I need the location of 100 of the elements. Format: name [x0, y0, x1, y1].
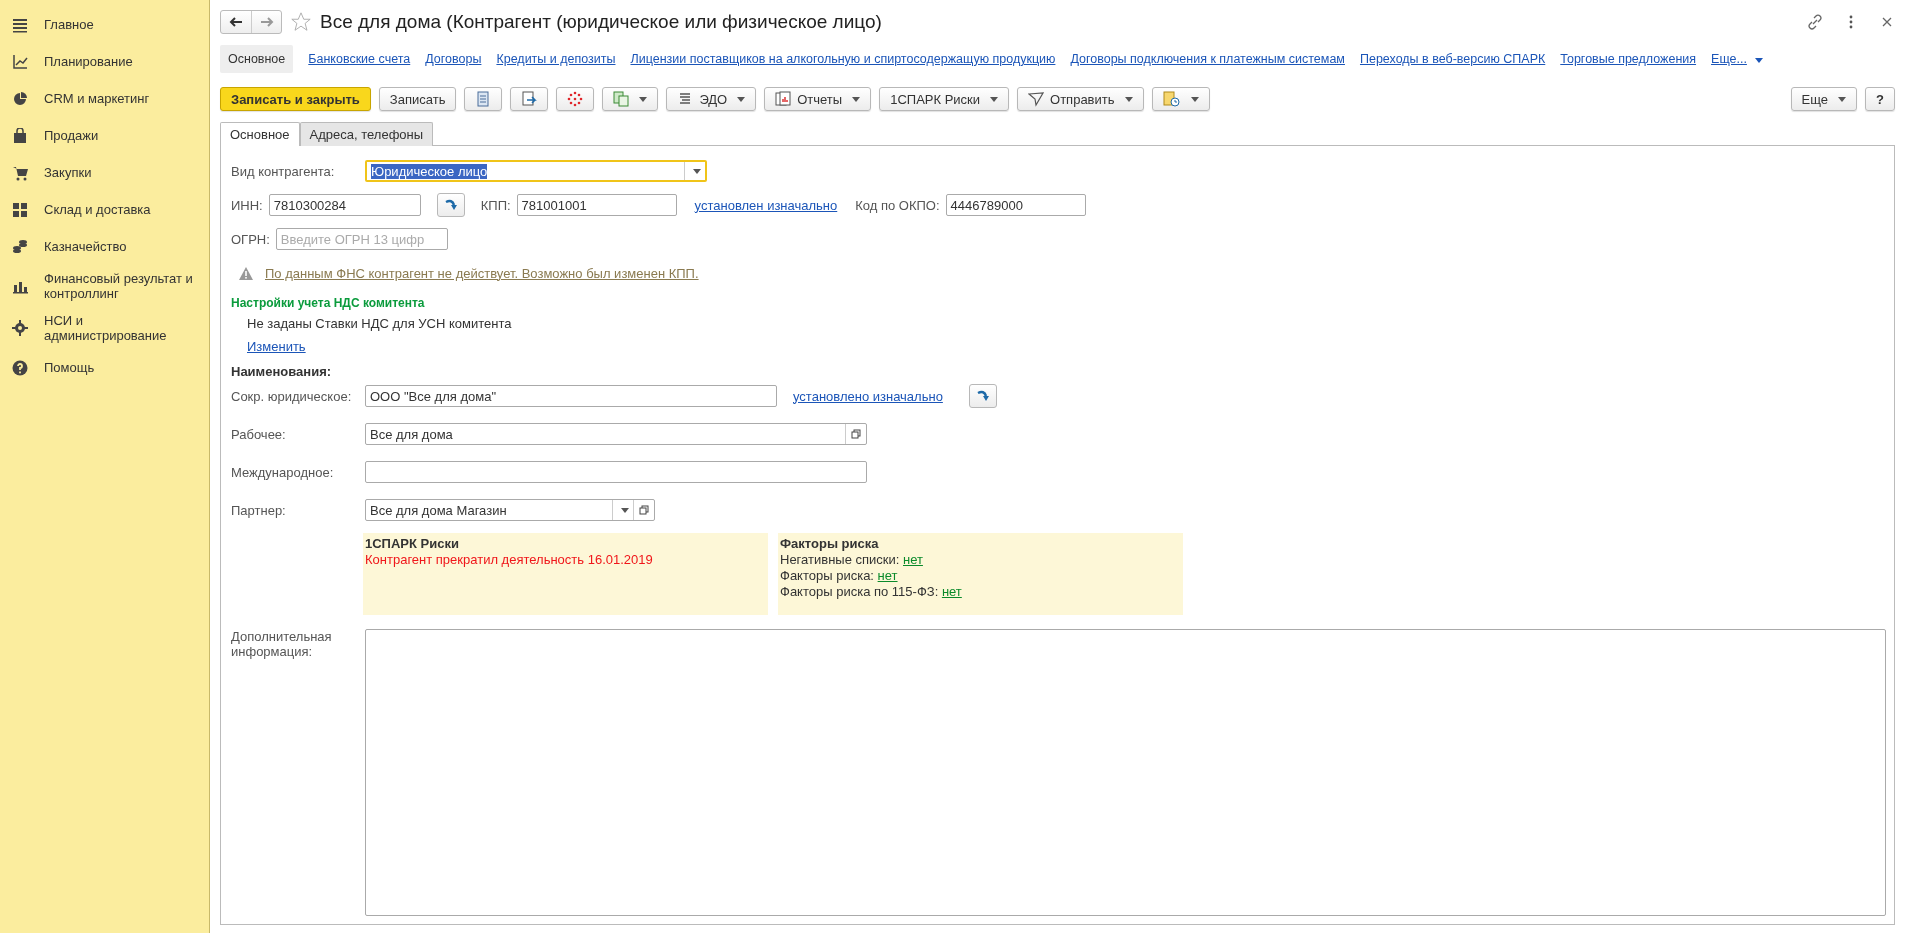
field-label: Партнер:	[231, 502, 287, 518]
risk-link[interactable]: нет	[877, 568, 898, 583]
panel-title: Факторы риска	[780, 536, 880, 552]
vat-info-text: Не заданы Ставки НДС для УСН комитента	[246, 316, 513, 331]
toolbar-button[interactable]	[556, 87, 595, 111]
field-label: Сокр. юридическое:	[231, 388, 353, 404]
warning-link[interactable]: По данным ФНС контрагент не действует. Возможно был изменен КПП.	[265, 265, 699, 281]
caret-icon	[852, 96, 861, 102]
section-link[interactable]: Договоры подключения к платежным системам	[1070, 52, 1345, 66]
arrow-right-icon	[259, 17, 274, 27]
sidebar-item[interactable]: Казначейство	[0, 230, 209, 263]
field-label: Международное:	[231, 464, 335, 480]
toolbar-button[interactable]: Отчеты	[764, 87, 872, 111]
sidebar-item[interactable]: Закупки	[0, 156, 209, 189]
kpp-field[interactable]: 781001001	[516, 194, 677, 216]
save-close-button[interactable]: Записать и закрыть	[220, 87, 371, 111]
notes-field[interactable]	[365, 629, 1886, 916]
toolbar-button[interactable]: ЭДО	[666, 87, 757, 111]
change-link[interactable]: Изменить	[247, 339, 306, 354]
international-name-field[interactable]	[365, 461, 867, 483]
field-label: Рабочее:	[231, 426, 287, 442]
working-name-field[interactable]: Все для дома	[365, 423, 867, 445]
sidebar-item[interactable]: Помощь	[0, 351, 209, 384]
report-icon	[775, 91, 792, 107]
menu-icon	[12, 16, 28, 33]
section-link[interactable]: Договоры	[425, 52, 482, 66]
toolbar-button[interactable]: Записать	[378, 87, 457, 111]
field-label: Код по ОКПО:	[855, 197, 940, 213]
sidebar-item[interactable]: Продажи	[0, 119, 209, 152]
sidebar-item[interactable]: Финансовый результат и контроллинг	[0, 267, 209, 305]
document-arrow-icon	[521, 91, 538, 107]
documents-icon	[613, 91, 630, 107]
window-title: Все для дома (Контрагент (юридическое или физическое лицо)	[320, 11, 883, 33]
section-link[interactable]: Торговые предложения	[1560, 52, 1697, 66]
arrow-icon	[443, 199, 458, 211]
section-link[interactable]: Основное	[220, 45, 294, 73]
arrow-icon	[975, 390, 990, 402]
field-label: ИНН:	[231, 197, 263, 213]
partner-field[interactable]: Все для дома Магазин	[365, 499, 655, 521]
risk-link[interactable]: нет	[903, 552, 923, 567]
short-name-field[interactable]: ООО "Все для дома"	[365, 385, 777, 407]
document-clock-icon	[1162, 91, 1181, 107]
toolbar-button[interactable]: Отправить	[1017, 87, 1144, 111]
toolbar-button[interactable]	[464, 87, 503, 111]
sidebar-item[interactable]: Главное	[0, 8, 209, 41]
toolbar-button[interactable]: 1СПАРК Риски	[879, 87, 1010, 111]
toolbar-button[interactable]	[602, 87, 659, 111]
caret-icon	[1754, 58, 1763, 63]
chart-icon	[12, 53, 28, 70]
cart-icon	[12, 164, 28, 181]
warning-icon	[239, 266, 253, 280]
dots-icon	[567, 91, 584, 107]
caret-icon	[737, 96, 746, 102]
okpo-field[interactable]: 4446789000	[945, 194, 1086, 216]
open-icon	[851, 429, 861, 439]
star-icon[interactable]	[290, 11, 312, 33]
tab[interactable]: Адреса, телефоны	[299, 122, 434, 146]
fill-button[interactable]	[968, 384, 997, 408]
caret-icon	[621, 507, 629, 513]
send-icon	[1028, 91, 1045, 107]
counterparty-type-field[interactable]: Юридическое лицо	[365, 160, 707, 182]
caret-icon	[693, 168, 701, 174]
section-link[interactable]: Переходы в веб-версию СПАРК	[1359, 52, 1546, 66]
help-button[interactable]: ?	[1865, 87, 1895, 111]
section-link[interactable]: Еще...	[1711, 52, 1763, 66]
tab[interactable]: Основное	[220, 122, 300, 146]
help-icon	[12, 359, 28, 376]
sidebar-item[interactable]: CRM и маркетинг	[0, 82, 209, 115]
open-icon	[639, 505, 649, 515]
coins-icon	[12, 238, 28, 255]
field-label: Дополнительная информация:	[231, 629, 333, 659]
status-link[interactable]: установлено изначально	[793, 388, 943, 404]
document-icon	[475, 91, 492, 107]
sidebar-item[interactable]: Планирование	[0, 45, 209, 78]
pie-chart-icon	[12, 90, 28, 107]
caret-icon	[1190, 96, 1199, 102]
risk-link[interactable]: нет	[941, 584, 962, 599]
more-button[interactable]: Еще	[1790, 87, 1858, 111]
fill-button[interactable]	[436, 193, 465, 217]
toolbar-button[interactable]	[510, 87, 549, 111]
section-link[interactable]: Банковские счета	[308, 52, 411, 66]
link-icon[interactable]	[1807, 14, 1823, 30]
section-title: Настройки учета НДС комитента	[231, 296, 426, 310]
field-label: Вид контрагента:	[231, 163, 336, 179]
risk-label: Негативные списки:	[780, 552, 900, 567]
sidebar-item[interactable]: НСИ и администрирование	[0, 309, 209, 347]
caret-icon	[990, 96, 999, 102]
risk-label: Факторы риска:	[780, 568, 874, 583]
arrow-left-icon	[229, 17, 243, 27]
bag-icon	[12, 127, 28, 144]
sidebar-item[interactable]: Склад и доставка	[0, 193, 209, 226]
section-heading: Наименования:	[231, 364, 333, 379]
field-label: КПП:	[480, 197, 511, 213]
panel-title: 1СПАРК Риски	[365, 536, 460, 552]
inn-field[interactable]: 7810300284	[268, 194, 421, 216]
toolbar-button[interactable]	[1151, 87, 1210, 111]
section-link[interactable]: Кредиты и депозиты	[496, 52, 616, 66]
status-link[interactable]: установлен изначально	[694, 197, 838, 213]
status-message: Контрагент прекратил деятельность 16.01.2019	[365, 552, 654, 568]
section-link[interactable]: Лицензии поставщиков на алкогольную и спиртосодержащую продукцию	[630, 52, 1056, 66]
